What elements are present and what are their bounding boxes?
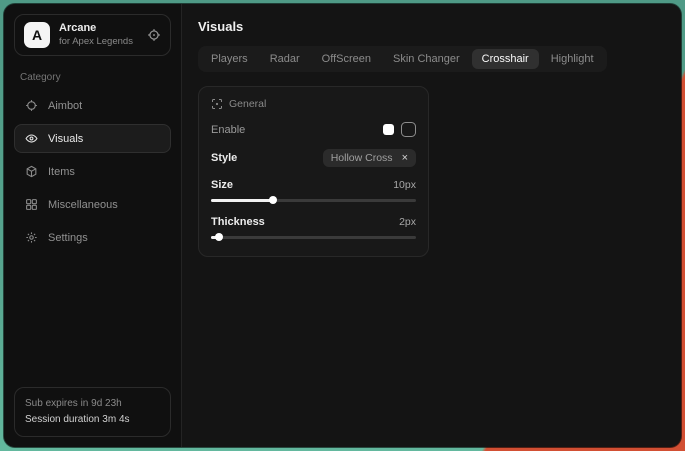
slider-fill — [211, 199, 273, 202]
sidebar-item-label: Items — [48, 166, 75, 178]
sidebar-item-label: Visuals — [48, 133, 83, 145]
size-label: Size — [211, 179, 233, 191]
app-subtitle: for Apex Legends — [59, 36, 138, 48]
enable-checkbox[interactable] — [401, 122, 416, 137]
sidebar-item-items[interactable]: Items — [14, 157, 171, 186]
enable-row: Enable — [211, 122, 416, 137]
thickness-slider[interactable] — [211, 233, 416, 241]
thickness-row: Thickness 2px — [211, 216, 416, 228]
brand-text: Arcane for Apex Legends — [59, 22, 138, 48]
app-window: A Arcane for Apex Legends Category — [4, 4, 681, 447]
style-row: Style Hollow Cross × — [211, 149, 416, 167]
target-icon[interactable] — [147, 28, 161, 42]
sidebar-nav: Aimbot Visuals Items — [14, 91, 171, 252]
app-name: Arcane — [59, 22, 138, 36]
subscription-card: Sub expires in 9d 23h Session duration 3… — [14, 387, 171, 437]
items-cube-icon — [25, 165, 38, 178]
thickness-value: 2px — [399, 216, 416, 228]
sidebar-item-label: Aimbot — [48, 100, 82, 112]
color-swatch[interactable] — [383, 124, 394, 135]
tab-skin-changer[interactable]: Skin Changer — [383, 49, 470, 69]
general-panel: General Enable Style Hollow Cross × Size… — [198, 86, 429, 257]
slider-thumb[interactable] — [215, 233, 223, 241]
general-scan-icon — [211, 98, 223, 110]
sub-expires-text: Sub expires in 9d 23h — [25, 396, 160, 412]
aimbot-crosshair-icon — [25, 99, 38, 112]
style-label: Style — [211, 152, 237, 164]
sidebar-item-label: Settings — [48, 232, 88, 244]
style-value: Hollow Cross — [331, 152, 393, 164]
app-logo: A — [24, 22, 50, 48]
sidebar-item-visuals[interactable]: Visuals — [14, 124, 171, 153]
tab-highlight[interactable]: Highlight — [541, 49, 604, 69]
size-slider[interactable] — [211, 196, 416, 204]
enable-label: Enable — [211, 124, 245, 136]
enable-controls — [383, 122, 416, 137]
miscellaneous-grid-icon — [25, 198, 38, 211]
brand-card: A Arcane for Apex Legends — [14, 14, 171, 56]
slider-thumb[interactable] — [269, 196, 277, 204]
panel-title: General — [229, 98, 266, 110]
visuals-eye-icon — [25, 132, 38, 145]
tab-crosshair[interactable]: Crosshair — [472, 49, 539, 69]
main-content: Visuals Players Radar OffScreen Skin Cha… — [182, 4, 681, 447]
page-title: Visuals — [198, 19, 665, 34]
size-value: 10px — [393, 179, 416, 191]
sidebar-item-settings[interactable]: Settings — [14, 223, 171, 252]
tab-radar[interactable]: Radar — [260, 49, 310, 69]
tab-bar: Players Radar OffScreen Skin Changer Cro… — [198, 46, 607, 72]
category-label: Category — [20, 72, 165, 83]
slider-track — [211, 236, 416, 239]
thickness-label: Thickness — [211, 216, 265, 228]
sidebar-item-miscellaneous[interactable]: Miscellaneous — [14, 190, 171, 219]
sidebar-spacer — [14, 252, 171, 387]
clear-icon[interactable]: × — [402, 153, 408, 164]
style-dropdown[interactable]: Hollow Cross × — [323, 149, 416, 167]
tab-players[interactable]: Players — [201, 49, 258, 69]
tab-offscreen[interactable]: OffScreen — [312, 49, 381, 69]
size-row: Size 10px — [211, 179, 416, 191]
sidebar-item-label: Miscellaneous — [48, 199, 118, 211]
settings-gear-icon — [25, 231, 38, 244]
session-duration-text: Session duration 3m 4s — [25, 412, 160, 428]
sidebar-item-aimbot[interactable]: Aimbot — [14, 91, 171, 120]
sidebar: A Arcane for Apex Legends Category — [4, 4, 182, 447]
panel-header: General — [211, 98, 416, 110]
